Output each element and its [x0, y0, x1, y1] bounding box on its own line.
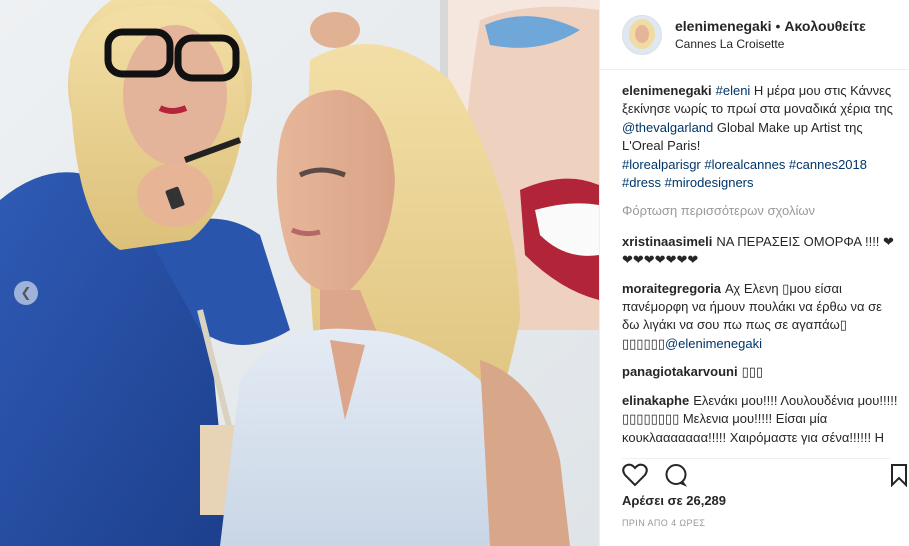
instagram-post: ❮ elenimenegaki • Ακολουθείτε Cannes La Cr… — [0, 0, 909, 546]
avatar-image — [623, 15, 661, 54]
caption-hashtags[interactable]: #lorealparisgr #lorealcannes #cannes2018… — [622, 157, 867, 190]
comment-item: elinakaphe Ελενάκι μου!!!! Λουλουδένια μο… — [622, 392, 898, 450]
post-photo[interactable]: ❮ — [0, 0, 599, 546]
likes-count[interactable]: Αρέσει σε 26,289 — [622, 493, 726, 508]
comment-username[interactable]: xristinaasimeli — [622, 234, 712, 249]
avatar[interactable] — [622, 14, 662, 55]
heart-icon[interactable] — [622, 463, 648, 492]
separator-dot: • — [775, 18, 781, 34]
post-username[interactable]: elenimenegaki — [675, 18, 772, 34]
action-bar — [622, 458, 907, 492]
comment-text: ▯▯▯ — [741, 364, 764, 380]
comment-icon[interactable] — [664, 463, 688, 492]
comment-username[interactable]: moraitegregoria — [622, 281, 721, 296]
caption-username[interactable]: elenimenegaki — [622, 83, 712, 98]
comment-username[interactable]: panagiotakarvouni — [622, 364, 738, 379]
caption: elenimenegaki #eleni Η μέρα μου στις Κάνν… — [622, 82, 898, 192]
follow-status-button[interactable]: Ακολουθείτε — [784, 18, 865, 34]
load-more-comments-button[interactable]: Φόρτωση περισσότερων σχολίων — [622, 202, 898, 220]
caption-hashtag[interactable]: #eleni — [716, 83, 751, 98]
post-photo-image — [0, 0, 599, 546]
bookmark-icon[interactable] — [890, 463, 908, 492]
comment-mention[interactable]: @elenimenegaki — [665, 336, 762, 351]
comments-list: elenimenegaki #eleni Η μέρα μου στις Κάνν… — [622, 82, 898, 450]
comment-username[interactable]: elinakaphe — [622, 393, 689, 408]
post-timestamp[interactable]: ΠΡΙΝ ΑΠΟ 4 ΩΡΕΣ — [622, 518, 705, 528]
post-location[interactable]: Cannes La Croisette — [675, 37, 866, 51]
post-side-panel: elenimenegaki • Ακολουθείτε Cannes La Croi… — [599, 0, 909, 546]
comment-item: xristinaasimeli ΝΑ ΠΕΡΑΣΕΙΣ ΟΜΟΡΦΑ !!!! ❤… — [622, 233, 898, 270]
chevron-left-icon[interactable]: ❮ — [14, 281, 38, 305]
comment-item: moraitegregoria Αχ Ελενη ▯μου είσαι πανέμ… — [622, 280, 898, 354]
post-header: elenimenegaki • Ακολουθείτε Cannes La Croi… — [600, 0, 909, 70]
comment-item: panagiotakarvouni ▯▯▯ — [622, 363, 898, 381]
caption-mention[interactable]: @thevalgarland — [622, 120, 713, 135]
